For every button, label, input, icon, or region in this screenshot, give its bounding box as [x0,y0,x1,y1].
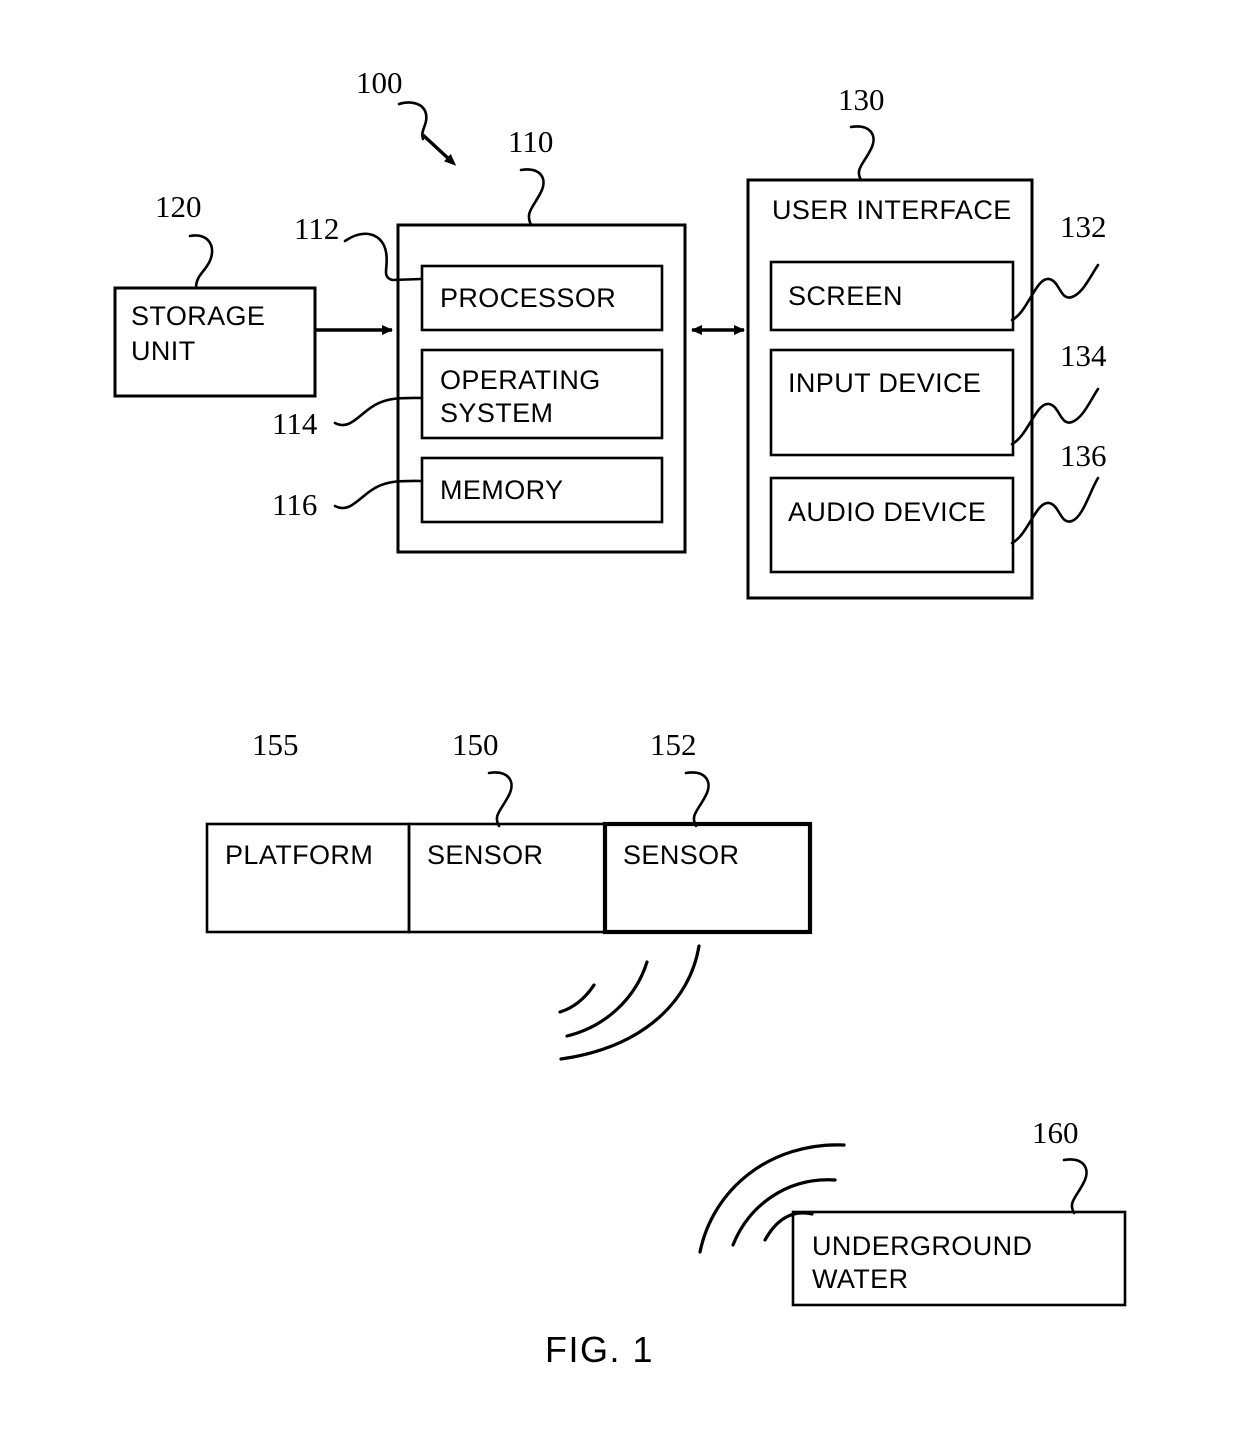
leader-line-memory [333,479,424,510]
ref-num-platform: 155 [252,727,299,762]
underground-water-label-line2: WATER [812,1264,909,1294]
ref-num-input-device: 134 [1060,338,1107,373]
leader-line-operating-system [333,396,424,427]
patent-figure-svg: 100 STORAGE UNIT 120 110 PROCESSOR 112 O… [113,65,1127,1370]
ref-num-system: 100 [356,65,403,100]
ref-num-storage-unit: 120 [155,189,202,224]
leader-line-input-device [1010,387,1100,446]
ref-num-audio-device: 136 [1060,438,1107,473]
user-interface-title: USER INTERFACE [772,195,1012,225]
leader-line-sensor-150 [487,771,513,828]
processor-label: PROCESSOR [440,283,616,313]
input-device-label: INPUT DEVICE [788,368,981,398]
leader-line-audio-device [1010,476,1100,545]
storage-unit-block: STORAGE UNIT 120 [113,189,317,398]
leader-line-storage-unit [188,234,214,290]
storage-unit-label-line1: STORAGE [131,301,265,331]
operating-system-label-line2: SYSTEM [440,398,553,428]
system-arrow [421,133,457,166]
ref-num-screen: 132 [1060,209,1107,244]
platform-sensor-row: PLATFORM 155 SENSOR 150 SENSOR 152 [205,727,813,935]
leader-line-screen [1010,263,1100,322]
leader-line-computer [519,168,545,227]
ref-num-operating-system: 114 [272,406,318,441]
water-wave-arc-1 [763,1211,814,1242]
screen-label: SCREEN [788,281,903,311]
operating-system-label-line1: OPERATING [440,365,601,395]
leader-line-underground-water [1062,1158,1088,1215]
figure-canvas: 100 STORAGE UNIT 120 110 PROCESSOR 112 O… [0,0,1240,1433]
underground-water-label-line1: UNDERGROUND [812,1231,1032,1261]
figure-caption: FIG. 1 [545,1329,654,1370]
ref-num-user-interface: 130 [838,82,885,117]
sensor-wave-arc-2 [565,960,649,1038]
input-device-box [769,348,1015,457]
ref-num-underground-water: 160 [1032,1115,1079,1150]
sensor-wave-arc-3 [559,944,701,1061]
sensor-emission-waves [558,944,701,1061]
computer-block: 110 PROCESSOR 112 OPERATING SYSTEM 114 M… [272,124,687,554]
ref-num-processor: 112 [294,211,339,246]
ref-num-computer: 110 [508,124,553,159]
leader-line-user-interface [849,125,875,182]
platform-label: PLATFORM [225,840,373,870]
leader-line-system [397,101,428,141]
system-reference-group: 100 [356,65,457,166]
leader-line-sensor-152 [684,771,710,828]
memory-label: MEMORY [440,475,563,505]
ref-num-sensor-152: 152 [650,727,697,762]
sensor-152-label: SENSOR [623,840,739,870]
ref-num-sensor-150: 150 [452,727,499,762]
underground-water-block: UNDERGROUND WATER 160 [698,1115,1127,1307]
sensor-150-label: SENSOR [427,840,543,870]
user-interface-block: USER INTERFACE 130 SCREEN 132 INPUT DEVI… [746,82,1107,600]
leader-line-processor [343,232,424,282]
storage-unit-label-line2: UNIT [131,336,196,366]
audio-device-label: AUDIO DEVICE [788,497,986,527]
sensor-wave-arc-1 [558,983,596,1014]
ref-num-memory: 116 [272,487,317,522]
